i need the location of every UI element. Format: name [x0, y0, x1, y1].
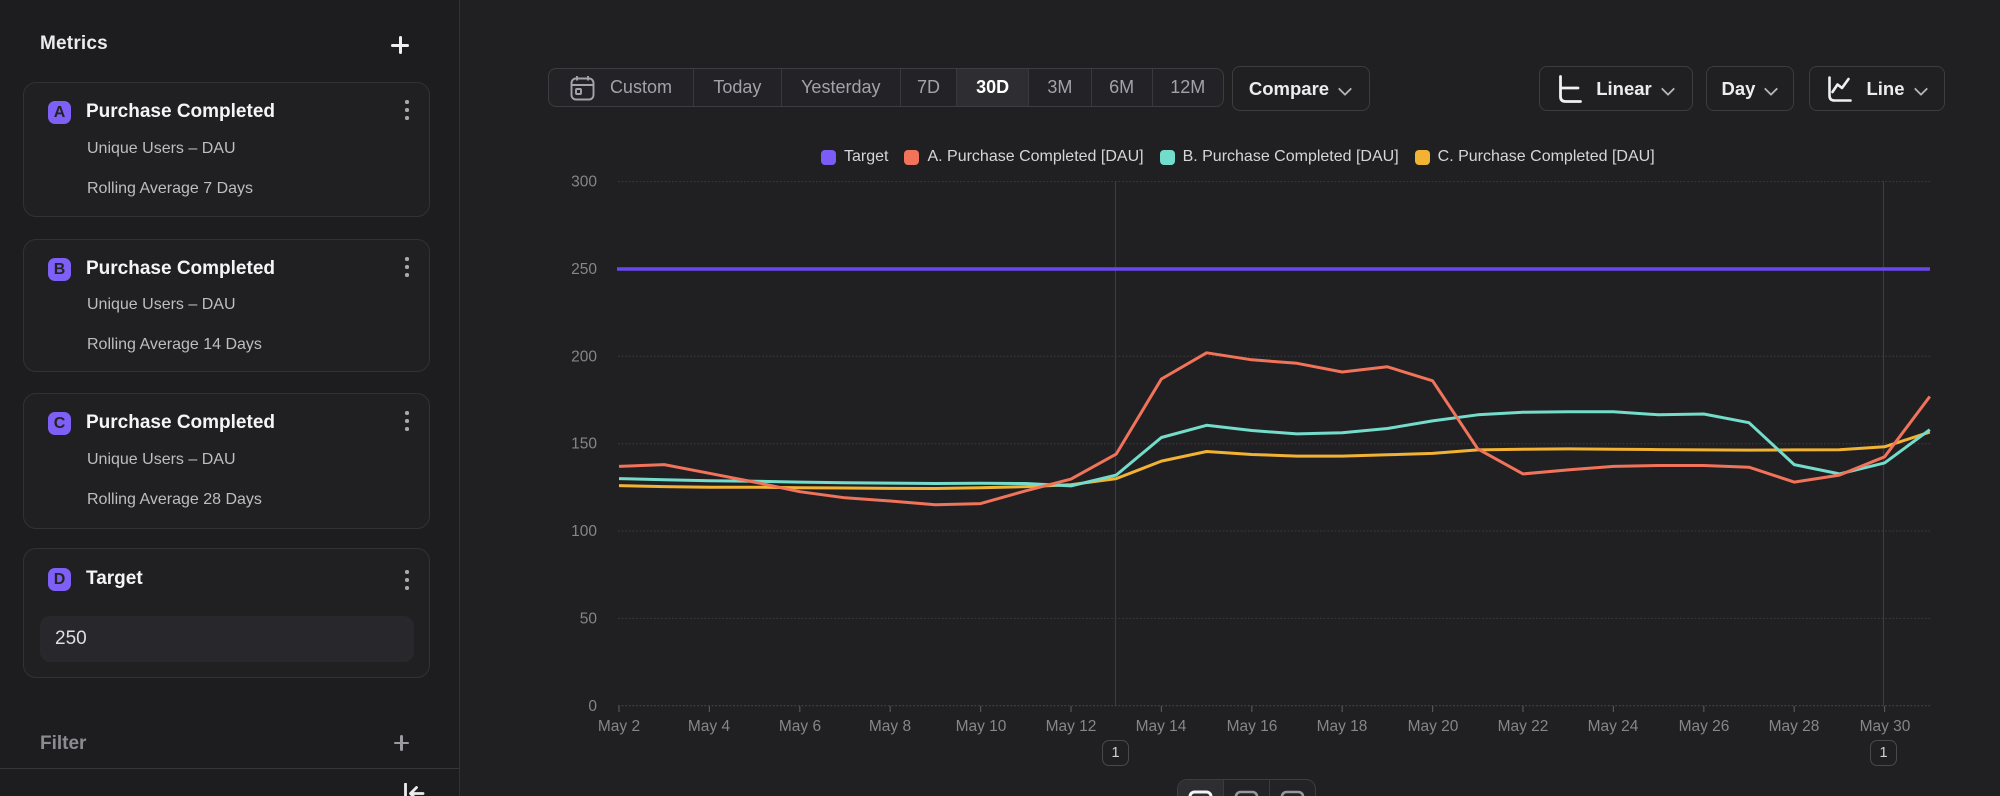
svg-text:0: 0: [588, 698, 597, 715]
svg-text:May 18: May 18: [1317, 718, 1368, 735]
svg-text:200: 200: [571, 348, 597, 365]
svg-text:300: 300: [571, 174, 597, 191]
svg-text:250: 250: [571, 261, 597, 278]
svg-text:May 16: May 16: [1227, 718, 1278, 735]
svg-text:May 20: May 20: [1408, 718, 1459, 735]
svg-text:150: 150: [571, 436, 597, 453]
svg-text:May 10: May 10: [956, 718, 1007, 735]
svg-text:May 2: May 2: [598, 718, 640, 735]
svg-text:May 4: May 4: [688, 718, 731, 735]
svg-text:50: 50: [580, 610, 598, 627]
svg-text:May 14: May 14: [1136, 718, 1187, 735]
svg-text:May 22: May 22: [1498, 718, 1549, 735]
svg-text:May 30: May 30: [1860, 718, 1911, 735]
svg-text:May 26: May 26: [1679, 718, 1730, 735]
svg-text:May 6: May 6: [779, 718, 821, 735]
svg-text:May 12: May 12: [1046, 718, 1097, 735]
svg-text:May 24: May 24: [1588, 718, 1639, 735]
svg-text:100: 100: [571, 523, 597, 540]
svg-text:May 8: May 8: [869, 718, 911, 735]
svg-text:May 28: May 28: [1769, 718, 1820, 735]
